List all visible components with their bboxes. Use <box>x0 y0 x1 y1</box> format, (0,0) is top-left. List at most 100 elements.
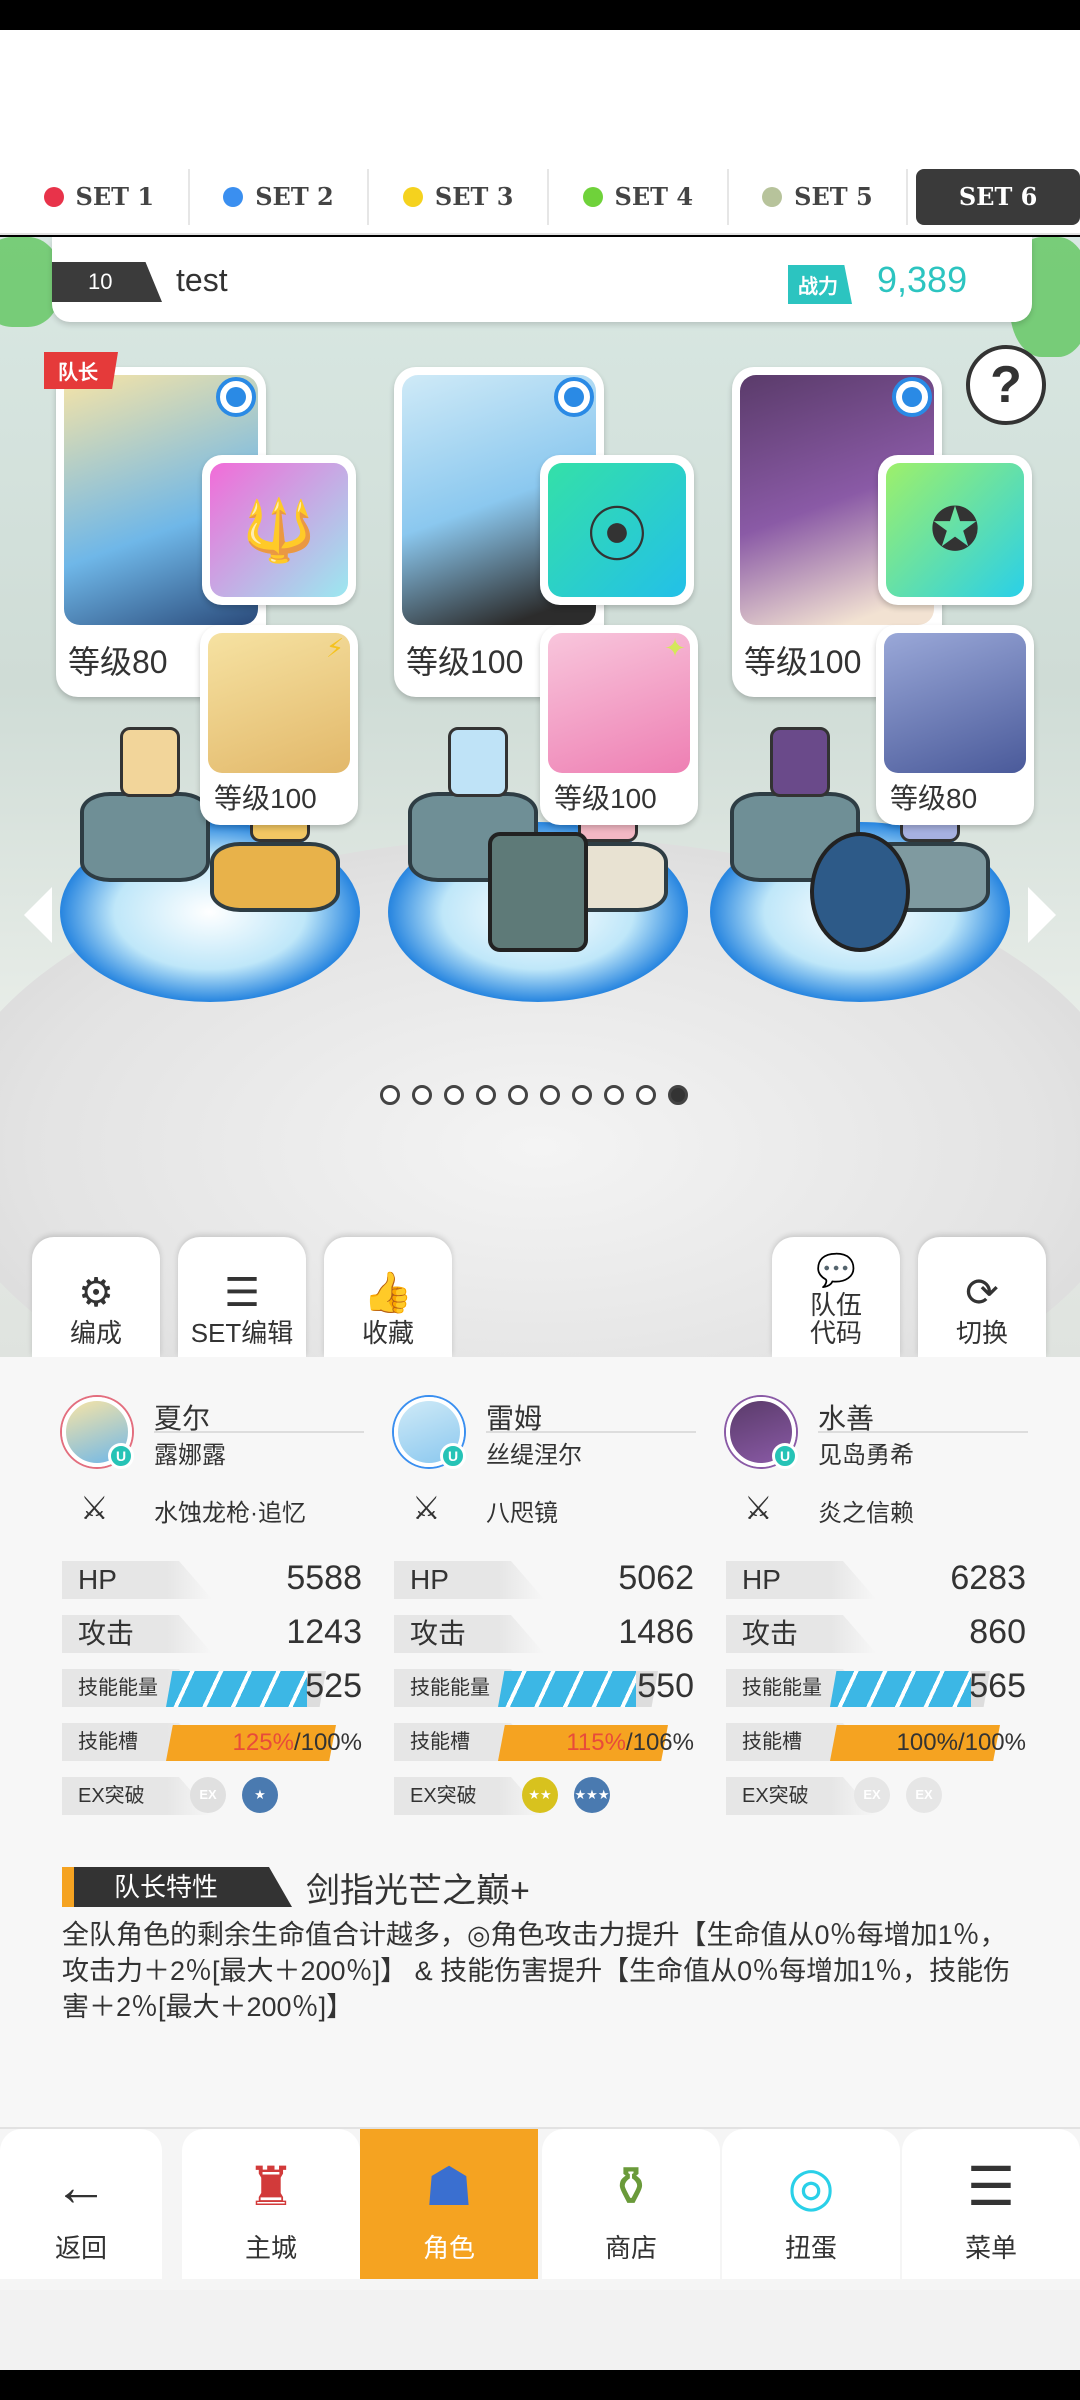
support-card-3[interactable]: 等级80 <box>876 625 1034 825</box>
character-icon: ☗ <box>424 2157 474 2217</box>
list-icon: ☰ <box>224 1271 260 1315</box>
formation-button[interactable]: ⚙ 编成 <box>32 1237 160 1357</box>
nav-menu[interactable]: ☰ 菜单 <box>902 2129 1080 2279</box>
weapon-type-icon: ⚔ <box>412 1490 441 1526</box>
avatar[interactable]: U <box>726 1397 798 1469</box>
character-sprite <box>120 727 180 797</box>
hp-value: 5588 <box>286 1559 362 1597</box>
nav-gacha[interactable]: ◎ 扭蛋 <box>722 2129 900 2279</box>
support-level: 等级100 <box>554 783 657 814</box>
skill-slot-row: 技能槽 115%/106% <box>394 1719 694 1763</box>
support-card-1[interactable]: ⚡ 等级100 <box>200 625 358 825</box>
tab-label: SET 6 <box>958 182 1038 211</box>
system-bar <box>0 2370 1080 2400</box>
nav-label: 商店 <box>604 2233 657 2263</box>
character-platform-2[interactable] <box>388 727 688 1002</box>
nav-shop[interactable]: ⚱ 商店 <box>542 2129 720 2279</box>
avatar[interactable]: U <box>62 1397 134 1469</box>
weapon-card-3[interactable]: ✪ <box>878 455 1032 605</box>
chat-bubble-icon: 💬 <box>816 1252 856 1288</box>
page-indicator <box>380 1085 688 1105</box>
thumbs-up-star-icon: 👍 <box>363 1271 413 1315</box>
weapon-name: 炎之信赖 <box>818 1500 914 1527</box>
team-name-bar[interactable]: 10 test 战力 9,389 <box>52 237 1032 322</box>
skill-energy-row: 技能能量 525 <box>62 1665 362 1709</box>
team-scene: 10 test 战力 9,389 ? 等级80 队长 🔱 ⚡ 等级100 等级1… <box>0 237 1080 1357</box>
chevron-left-icon[interactable] <box>24 887 52 943</box>
power-label: 战力 <box>788 265 852 304</box>
nav-label: 菜单 <box>964 2233 1017 2263</box>
lightning-icon: ⚡ <box>325 633 345 663</box>
tab-set-2[interactable]: SET 2 <box>190 168 370 225</box>
nav-label: 角色 <box>422 2233 475 2263</box>
page-dot[interactable] <box>572 1085 592 1105</box>
tab-set-4[interactable]: SET 4 <box>549 168 729 225</box>
divider <box>818 1431 1028 1433</box>
switch-label: 切换 <box>955 1318 1008 1348</box>
favorite-label: 收藏 <box>361 1318 414 1348</box>
tab-label: SET 2 <box>255 182 334 211</box>
skill-energy-bar <box>166 1671 326 1707</box>
nav-label: 主城 <box>244 2233 297 2263</box>
hp-row: HP 5588 <box>62 1557 362 1601</box>
team-info-panel: U 夏尔 露娜露 ⚔ 水蚀龙枪·追忆 HP 5588 攻击 1243 技能能量 525… <box>0 1357 1080 2127</box>
tab-set-6[interactable]: SET 6 <box>916 168 1080 225</box>
page-dot[interactable] <box>444 1085 464 1105</box>
set-edit-button[interactable]: ☰ SET编辑 <box>178 1237 306 1357</box>
partner-name: 见岛勇希 <box>818 1442 914 1469</box>
element-badge-icon <box>554 377 594 417</box>
support-card-2[interactable]: ✦ 等级100 <box>540 625 698 825</box>
attack-value: 1486 <box>618 1613 694 1651</box>
top-spacer <box>0 30 1080 160</box>
skill-slot-value: 100%/100% <box>896 1729 1026 1756</box>
hp-label: HP <box>394 1561 544 1599</box>
ex-row: EX突破 ★★ ★★★ <box>394 1773 694 1817</box>
tab-set-5[interactable]: SET 5 <box>729 168 909 225</box>
ex-star-icon: ★ <box>242 1777 278 1813</box>
element-u-icon: U <box>108 1443 134 1469</box>
attack-label: 攻击 <box>394 1615 544 1653</box>
page-dot[interactable] <box>636 1085 656 1105</box>
attack-value: 1243 <box>286 1613 362 1651</box>
chevron-right-icon[interactable] <box>1028 887 1056 943</box>
avatar[interactable]: U <box>394 1397 466 1469</box>
character-sprite <box>448 727 508 797</box>
gacha-icon: ◎ <box>787 2157 835 2217</box>
status-bar <box>0 0 1080 30</box>
nav-back[interactable]: ← 返回 <box>0 2129 162 2279</box>
favorite-button[interactable]: 👍 收藏 <box>324 1237 452 1357</box>
hp-row: HP 5062 <box>394 1557 694 1601</box>
pedestal <box>210 842 340 912</box>
tab-set-3[interactable]: SET 3 <box>369 168 549 225</box>
page-dot[interactable] <box>604 1085 624 1105</box>
weapon-card-2[interactable]: ⦿ <box>540 455 694 605</box>
skill-energy-row: 技能能量 565 <box>726 1665 1026 1709</box>
page-dot[interactable] <box>476 1085 496 1105</box>
skill-energy-value: 565 <box>969 1667 1026 1705</box>
page-dot[interactable] <box>380 1085 400 1105</box>
page-dot[interactable] <box>412 1085 432 1105</box>
character-platform-1[interactable] <box>60 727 360 1002</box>
team-code-button[interactable]: 💬 队伍 代码 <box>772 1237 900 1357</box>
attack-label: 攻击 <box>726 1615 876 1653</box>
tab-label: SET 3 <box>434 182 514 211</box>
support-level: 等级100 <box>214 783 317 814</box>
skill-slot-row: 技能槽 100%/100% <box>726 1719 1026 1763</box>
switch-button[interactable]: ⟳ 切换 <box>918 1237 1046 1357</box>
set-color-dot <box>223 186 244 207</box>
page-dot[interactable] <box>540 1085 560 1105</box>
skill-energy-row: 技能能量 550 <box>394 1665 694 1709</box>
character-platform-3[interactable] <box>710 727 1010 1002</box>
weapon-type-icon: ⚔ <box>744 1490 773 1526</box>
help-button[interactable]: ? <box>966 345 1046 425</box>
tab-set-1[interactable]: SET 1 <box>10 168 190 225</box>
nav-label: 返回 <box>54 2233 107 2263</box>
gear-person-icon: ⚙ <box>78 1271 114 1315</box>
page-dot[interactable] <box>508 1085 528 1105</box>
nav-town[interactable]: ♜ 主城 <box>182 2129 360 2279</box>
weapon-card-1[interactable]: 🔱 <box>202 455 356 605</box>
divider <box>154 1431 364 1433</box>
nav-character[interactable]: ☗ 角色 <box>360 2129 538 2279</box>
ex-row: EX突破 EX ★ <box>62 1773 362 1817</box>
page-dot-active[interactable] <box>668 1085 688 1105</box>
